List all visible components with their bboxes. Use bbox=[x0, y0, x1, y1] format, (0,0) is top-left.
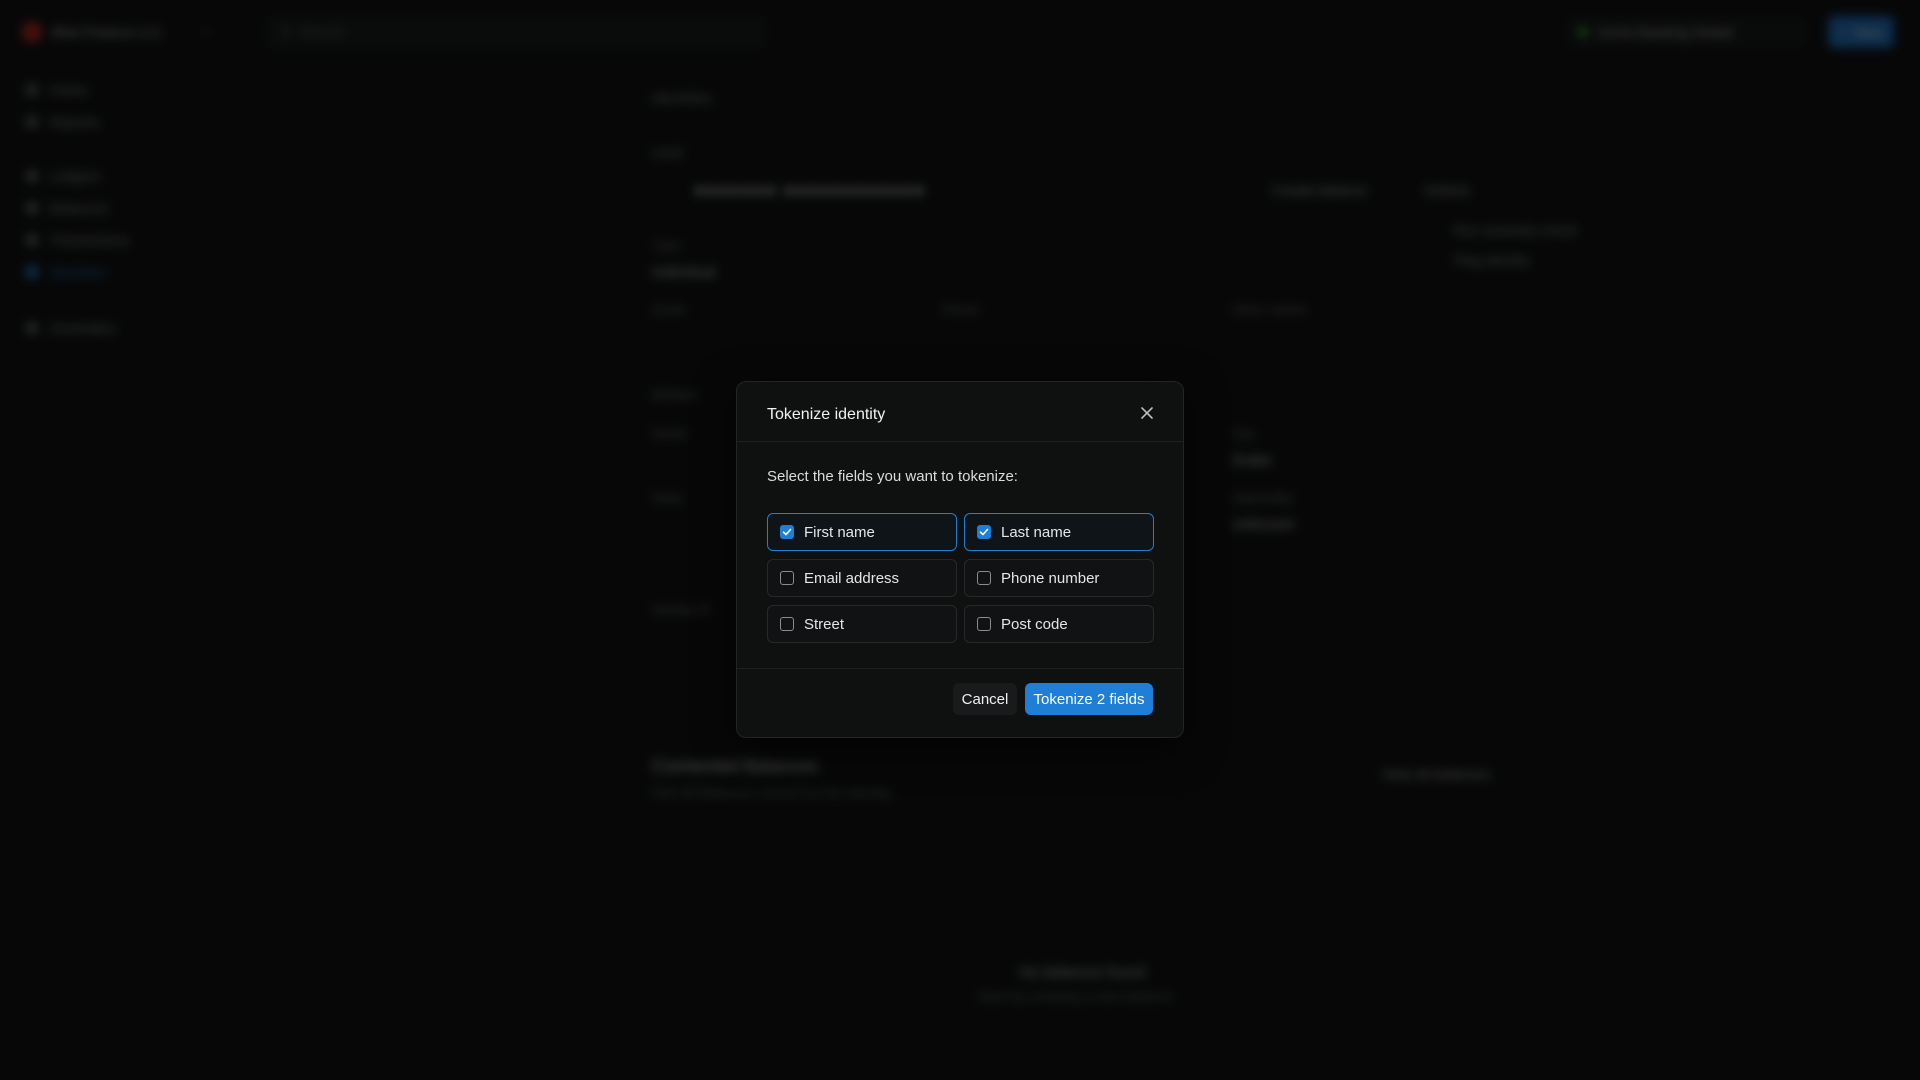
checkbox-unchecked-icon[interactable] bbox=[977, 617, 991, 631]
tokenize-button[interactable]: Tokenize 2 fields bbox=[1025, 683, 1153, 715]
checkbox-label: Street bbox=[804, 615, 845, 633]
checkbox-unchecked-icon[interactable] bbox=[780, 617, 794, 631]
dialog-divider bbox=[737, 668, 1183, 669]
checkbox-label: Last name bbox=[1001, 523, 1072, 541]
checkbox-option-first-name[interactable]: First name bbox=[767, 513, 957, 551]
tokenize-identity-dialog: Tokenize identity Select the fields you … bbox=[736, 381, 1184, 738]
checkbox-checked-icon[interactable] bbox=[977, 525, 991, 539]
checkbox-unchecked-icon[interactable] bbox=[977, 571, 991, 585]
close-icon bbox=[1141, 407, 1153, 419]
checkbox-option-post-code[interactable]: Post code bbox=[964, 605, 1154, 643]
close-button[interactable] bbox=[1135, 401, 1159, 425]
dialog-title: Tokenize identity bbox=[767, 406, 886, 423]
checkbox-checked-icon[interactable] bbox=[780, 525, 794, 539]
checkbox-option-email-address[interactable]: Email address bbox=[767, 559, 957, 597]
cancel-button[interactable]: Cancel bbox=[953, 683, 1017, 715]
checkbox-label: Phone number bbox=[1001, 569, 1100, 587]
checkbox-option-phone-number[interactable]: Phone number bbox=[964, 559, 1154, 597]
checkbox-label: Email address bbox=[804, 569, 900, 587]
checkbox-label: Post code bbox=[1001, 615, 1068, 633]
dialog-header: Tokenize identity bbox=[737, 382, 1183, 442]
dialog-prompt: Select the fields you want to tokenize: bbox=[767, 468, 1018, 485]
checkbox-label: First name bbox=[804, 523, 875, 541]
checkbox-unchecked-icon[interactable] bbox=[780, 571, 794, 585]
checkbox-option-last-name[interactable]: Last name bbox=[964, 513, 1154, 551]
checkbox-option-street[interactable]: Street bbox=[767, 605, 957, 643]
